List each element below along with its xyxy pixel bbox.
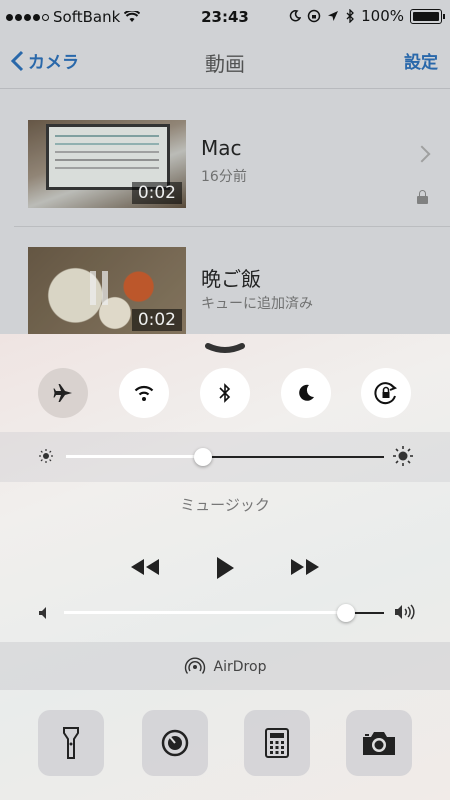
rewind-button[interactable] bbox=[128, 556, 162, 578]
control-center: ミュージック AirDrop bbox=[0, 334, 450, 800]
volume-low-icon bbox=[39, 607, 46, 619]
calculator-icon bbox=[265, 728, 289, 758]
timer-icon bbox=[161, 729, 189, 757]
flashlight-button[interactable] bbox=[38, 710, 104, 776]
wifi-icon bbox=[134, 385, 154, 401]
do-not-disturb-toggle[interactable] bbox=[281, 368, 331, 418]
airdrop-button[interactable]: AirDrop bbox=[0, 642, 450, 690]
wifi-toggle[interactable] bbox=[119, 368, 169, 418]
brightness-slider[interactable] bbox=[66, 448, 384, 466]
brightness-control bbox=[0, 432, 450, 482]
bluetooth-icon bbox=[219, 383, 231, 403]
bluetooth-toggle[interactable] bbox=[200, 368, 250, 418]
brightness-slider-thumb[interactable] bbox=[194, 448, 212, 466]
rotation-lock-icon bbox=[374, 382, 398, 405]
flashlight-icon bbox=[63, 727, 79, 759]
camera-button[interactable] bbox=[346, 710, 412, 776]
play-button[interactable] bbox=[214, 556, 236, 580]
airplane-mode-toggle[interactable] bbox=[38, 368, 88, 418]
rotation-lock-toggle[interactable] bbox=[361, 368, 411, 418]
moon-icon bbox=[299, 384, 314, 401]
quick-toggles bbox=[0, 362, 450, 422]
volume-slider[interactable] bbox=[64, 604, 384, 622]
fast-forward-button[interactable] bbox=[288, 556, 322, 578]
airplane-icon bbox=[53, 384, 72, 402]
airdrop-icon bbox=[184, 657, 205, 674]
brightness-high-icon bbox=[393, 446, 413, 466]
brightness-low-icon bbox=[39, 449, 53, 463]
timer-button[interactable] bbox=[142, 710, 208, 776]
calculator-button[interactable] bbox=[244, 710, 310, 776]
camera-icon bbox=[363, 732, 395, 755]
airdrop-label: AirDrop bbox=[213, 659, 267, 675]
grabber-handle-icon[interactable] bbox=[205, 342, 245, 356]
volume-slider-thumb[interactable] bbox=[337, 604, 355, 622]
now-playing-label: ミュージック bbox=[180, 496, 270, 514]
volume-high-icon bbox=[395, 604, 415, 620]
background-dim bbox=[0, 0, 450, 335]
